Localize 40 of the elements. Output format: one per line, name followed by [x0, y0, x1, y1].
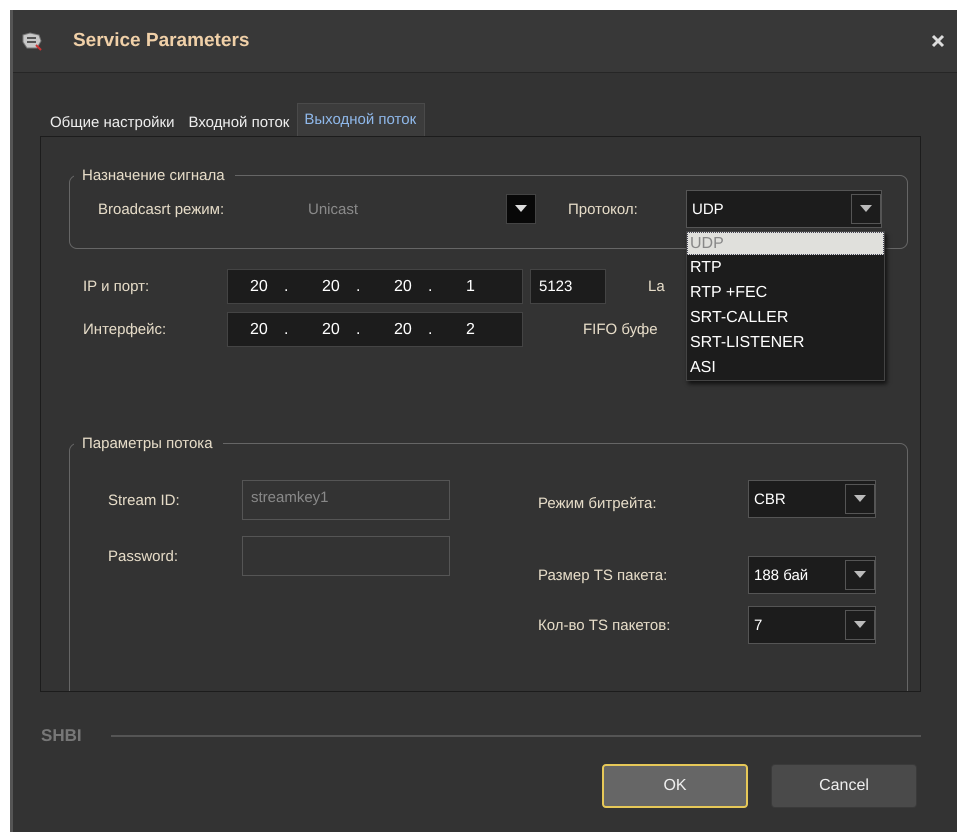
packet-count-combo[interactable]: 7 — [748, 606, 876, 644]
ip-address-field[interactable]: 20 . 20 . 20 . 2 — [227, 312, 523, 347]
field-label: Кол-во TS пакетов: — [538, 616, 672, 634]
window-title: Service Parameters — [73, 30, 250, 52]
field-label: Протокол: — [568, 200, 639, 218]
field-label: Размер TS пакета: — [538, 566, 668, 584]
caret-icon — [854, 571, 866, 579]
field-label: Интерфейс: — [83, 321, 168, 338]
field-label: Password: — [108, 548, 180, 564]
protocol-combo[interactable]: UDP — [686, 190, 882, 228]
brand-label: SHBI — [41, 726, 83, 746]
app-icon — [21, 31, 43, 51]
password-field[interactable] — [242, 536, 450, 576]
caret-icon — [515, 205, 527, 213]
dropdown-option[interactable]: RTP +FEC — [687, 280, 884, 305]
ip-address-field[interactable]: 20 . 20 . 20 . 1 — [227, 269, 523, 304]
tab[interactable]: Выходной поток — [297, 103, 426, 136]
dropdown-option[interactable]: SRT-LISTENER — [687, 330, 884, 355]
caret-icon — [854, 621, 866, 629]
group-title: Параметры потока — [81, 435, 214, 452]
dialog-button[interactable]: OK — [602, 764, 748, 808]
tab[interactable]: Общие настройки — [44, 108, 182, 136]
field-label: FIFO буфе — [583, 321, 658, 338]
dropdown-option[interactable]: ASI — [687, 355, 884, 380]
group-title: Назначение сигнала — [81, 167, 226, 184]
field-label: La — [648, 278, 665, 295]
field-label: Режим битрейта: — [538, 494, 658, 512]
field-label: Broadcasrt режим: — [98, 200, 226, 218]
caret-icon — [854, 495, 866, 503]
dialog-button[interactable]: Cancel — [771, 764, 917, 808]
close-icon[interactable] — [931, 34, 945, 48]
dropdown-option[interactable]: RTP — [687, 255, 884, 280]
field-label: IP и порт: — [83, 278, 150, 295]
packet-size-combo[interactable]: 188 бай — [748, 556, 876, 594]
dropdown-option[interactable]: SRT-CALLER — [687, 305, 884, 330]
tab[interactable]: Входной поток — [182, 108, 298, 136]
caret-icon — [860, 205, 872, 213]
port-field[interactable]: 5123 — [530, 269, 606, 304]
bitrate-combo[interactable]: CBR — [748, 480, 876, 518]
field-label: Stream ID: — [108, 492, 181, 508]
